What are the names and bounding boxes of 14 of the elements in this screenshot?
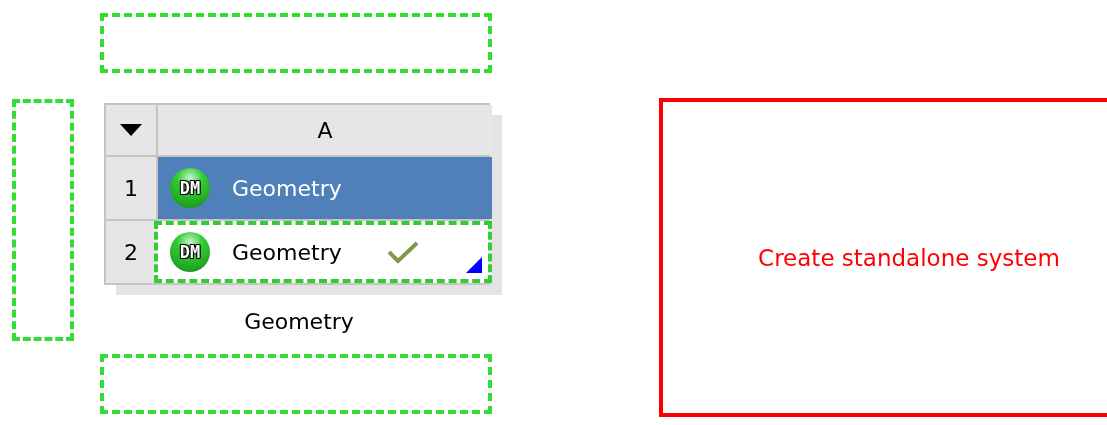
cell-label: Geometry [232, 175, 342, 201]
row-number: 2 [106, 221, 156, 283]
cell-label: Geometry [232, 239, 342, 265]
dropdown-button[interactable] [106, 105, 156, 155]
system-caption: Geometry [244, 309, 354, 334]
column-header: A [158, 105, 492, 155]
corner-triangle-icon [466, 257, 482, 273]
geometry-cell[interactable]: DM Geometry [158, 157, 492, 219]
geometry-cell[interactable]: DM Geometry [154, 221, 492, 283]
row-number: 1 [106, 157, 156, 219]
app-badge: DM [170, 232, 210, 272]
drop-zone-label: Create standalone system [758, 244, 1060, 271]
dropdown-arrow-icon [120, 124, 142, 136]
app-badge: DM [170, 168, 210, 208]
